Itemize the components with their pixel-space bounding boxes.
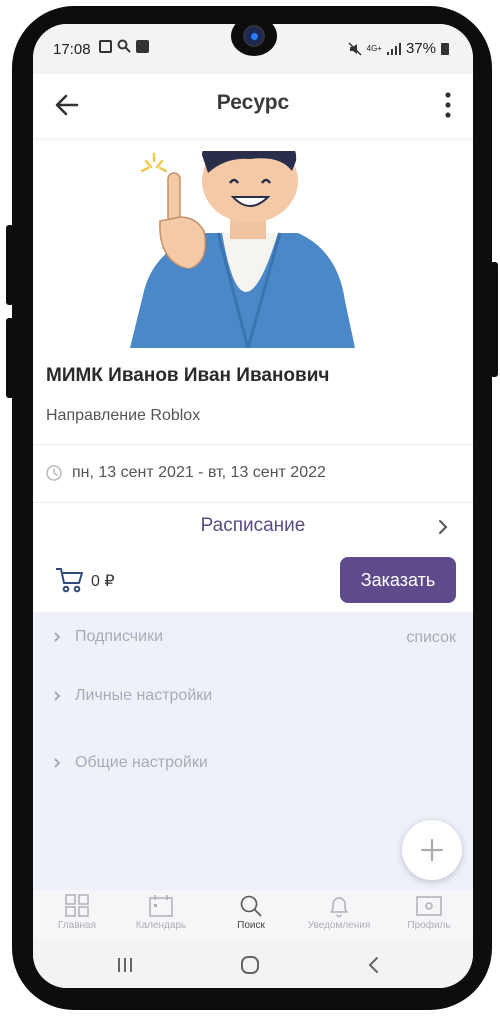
settings-item-subscribers[interactable]: Подписчики	[53, 628, 163, 646]
settings-item-general[interactable]: Общие настройки	[53, 754, 208, 772]
cart-icon	[56, 568, 83, 593]
order-button[interactable]: Заказать	[340, 557, 456, 603]
nav-label: Профиль	[407, 920, 451, 931]
date-range: пн, 13 сент 2021 - вт, 13 сент 2022	[72, 464, 326, 481]
settings-item-label: Общие настройки	[75, 754, 208, 771]
chevron-right-icon	[54, 632, 61, 642]
phone-side-button	[6, 318, 14, 398]
search-icon	[240, 895, 262, 917]
calendar-icon	[149, 895, 173, 917]
status-time: 17:08	[53, 41, 91, 58]
add-button[interactable]	[402, 820, 462, 880]
phone-side-button	[6, 225, 14, 305]
order-row: 0 ₽ Заказать	[33, 550, 473, 612]
mute-icon	[348, 41, 362, 56]
profile-icon	[416, 896, 442, 916]
battery-icon	[441, 42, 449, 55]
date-range-row: пн, 13 сент 2021 - вт, 13 сент 2022	[46, 464, 326, 482]
gallery-icon	[99, 39, 112, 53]
signal-icon	[386, 42, 401, 55]
nav-item-notifications[interactable]: Уведомления	[295, 894, 383, 931]
app-screen: 17:08 4G+ 37% Ресурс МИМК Иванов Иван Ив…	[33, 24, 473, 988]
resource-name: МИМК Иванов Иван Иванович	[46, 365, 330, 386]
divider	[33, 502, 473, 503]
network-type: 4G+	[366, 43, 382, 53]
search-status-icon	[117, 39, 131, 53]
subscribers-list-link[interactable]: список	[406, 629, 456, 647]
app-bar: Ресурс	[33, 74, 473, 138]
more-menu-icon[interactable]	[445, 92, 451, 118]
divider	[33, 444, 473, 445]
resource-illustration	[130, 151, 355, 348]
nav-item-home[interactable]: Главная	[33, 894, 121, 931]
phone-side-button	[490, 262, 498, 377]
app-status-icon	[136, 39, 149, 53]
nav-item-calendar[interactable]: Календарь	[117, 894, 205, 931]
bottom-nav: Главная Календарь Поиск Уведомления Проф…	[33, 890, 473, 940]
price: 0 ₽	[91, 573, 115, 590]
page-title: Ресурс	[216, 91, 290, 114]
nav-item-search[interactable]: Поиск	[207, 894, 295, 931]
system-nav-bar	[33, 940, 473, 988]
nav-item-profile[interactable]: Профиль	[385, 894, 473, 931]
back-nav-icon[interactable]	[366, 955, 380, 975]
chevron-right-icon	[54, 691, 61, 701]
chevron-right-icon	[439, 520, 448, 534]
grid-icon	[65, 894, 89, 917]
resource-direction: Направление Roblox	[46, 407, 201, 424]
home-icon[interactable]	[240, 955, 260, 975]
settings-item-personal[interactable]: Личные настройки	[53, 687, 212, 705]
nav-label: Календарь	[135, 920, 187, 931]
settings-item-label: Подписчики	[75, 628, 164, 645]
chevron-right-icon	[54, 758, 61, 768]
nav-label: Поиск	[237, 920, 265, 931]
schedule-row[interactable]: Расписание	[33, 504, 473, 550]
bell-icon	[330, 897, 348, 918]
nav-label: Уведомления	[307, 920, 371, 931]
settings-item-label: Личные настройки	[75, 687, 213, 704]
battery-percent: 37%	[405, 40, 436, 57]
clock-icon	[46, 465, 62, 481]
nav-label: Главная	[57, 920, 97, 931]
recent-apps-icon[interactable]	[116, 956, 134, 974]
plus-icon	[420, 838, 444, 862]
front-camera	[231, 16, 277, 56]
schedule-label: Расписание	[200, 515, 306, 536]
